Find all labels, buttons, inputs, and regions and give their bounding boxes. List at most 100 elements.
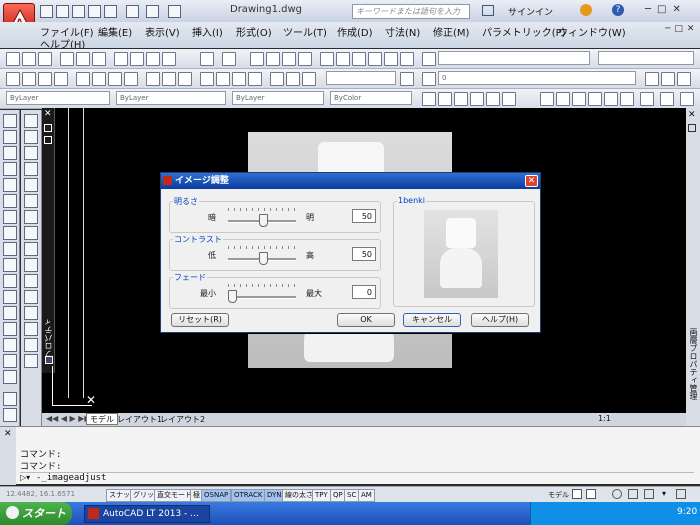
text-icon[interactable]	[3, 370, 17, 384]
dimupdate-icon[interactable]	[302, 72, 316, 86]
polyline-icon[interactable]	[24, 146, 38, 160]
brightness-slider[interactable]	[258, 214, 268, 227]
fillet-icon[interactable]	[3, 338, 17, 352]
dim-style-combo[interactable]	[598, 51, 694, 65]
annotation-scale[interactable]: 1:1	[598, 414, 611, 423]
menu-format[interactable]: 形式(O)	[236, 24, 272, 39]
otrack-toggle[interactable]: OTRACK	[231, 489, 266, 502]
contrast-slider[interactable]	[258, 252, 268, 265]
close-icon[interactable]: ✕	[688, 110, 696, 120]
hardware-accel-icon[interactable]	[644, 489, 654, 499]
quick-dim-icon[interactable]	[146, 72, 160, 86]
ray-icon[interactable]	[486, 92, 500, 106]
properties-icon[interactable]	[320, 52, 334, 66]
array-icon[interactable]	[604, 92, 618, 106]
redo-icon[interactable]	[222, 52, 236, 66]
layer-properties-icon[interactable]	[422, 72, 436, 86]
polygon-icon[interactable]	[24, 162, 38, 176]
window-controls[interactable]: ─□✕	[645, 4, 695, 18]
model-space-label[interactable]: モデル	[548, 490, 569, 500]
ortho-toggle[interactable]: 直交モード	[154, 489, 195, 502]
break-icon[interactable]	[3, 290, 17, 304]
properties-palette-strip[interactable]: ✕ プロパティ	[42, 108, 55, 373]
overflow-icon[interactable]	[680, 92, 694, 106]
print-icon[interactable]	[126, 5, 139, 18]
diameter-icon[interactable]	[108, 72, 122, 86]
trim-icon[interactable]	[3, 258, 17, 272]
help-icon[interactable]: ?	[612, 4, 624, 16]
zoom-window-icon[interactable]	[282, 52, 296, 66]
rectangle-icon[interactable]	[24, 178, 38, 192]
dimedit-icon[interactable]	[270, 72, 284, 86]
autohide-icon[interactable]	[688, 124, 696, 132]
linetype-combo[interactable]: ByLayer	[116, 91, 226, 105]
new-icon[interactable]	[40, 5, 53, 18]
taskbar-autocad-item[interactable]: AutoCAD LT 2013 - ...	[84, 505, 210, 523]
extend-icon[interactable]	[3, 274, 17, 288]
undo-icon[interactable]	[200, 52, 214, 66]
layer-previous-icon[interactable]	[661, 72, 675, 86]
open-icon[interactable]	[22, 52, 36, 66]
percent-icon[interactable]	[640, 92, 654, 106]
chamfer-icon[interactable]	[3, 322, 17, 336]
layer-combo[interactable]: 0	[438, 71, 636, 85]
polyline-icon[interactable]	[422, 92, 436, 106]
workspace-icon[interactable]	[612, 489, 622, 499]
inspection-icon[interactable]	[232, 72, 246, 86]
move-icon[interactable]	[3, 194, 17, 208]
copy-icon[interactable]	[130, 52, 144, 66]
osnap-toggle[interactable]: OSNAP	[201, 489, 232, 502]
fade-input[interactable]: 0	[352, 285, 376, 299]
palette-menu-icon[interactable]	[45, 356, 53, 364]
web-icon[interactable]	[104, 5, 117, 18]
donut-icon[interactable]	[572, 92, 586, 106]
make-current-icon[interactable]	[645, 72, 659, 86]
fade-slider[interactable]	[228, 290, 237, 303]
preview-icon[interactable]	[76, 52, 90, 66]
color-combo[interactable]: ByLayer	[6, 91, 110, 105]
autohide-icon[interactable]	[44, 124, 52, 132]
am-toggle[interactable]: AM	[358, 489, 375, 502]
stretch-icon[interactable]	[3, 242, 17, 256]
angular-icon[interactable]	[124, 72, 138, 86]
menu-view[interactable]: 表示(V)	[145, 24, 180, 39]
save-icon[interactable]	[38, 52, 52, 66]
contrast-input[interactable]: 50	[352, 247, 376, 261]
line-icon[interactable]	[24, 114, 38, 128]
tpy-toggle[interactable]: TPY	[312, 489, 331, 502]
dialog-close-button[interactable]: ✕	[525, 175, 538, 187]
region-icon[interactable]	[556, 92, 570, 106]
block-icon[interactable]	[24, 274, 38, 288]
circle-icon[interactable]	[540, 92, 554, 106]
zoom-icon[interactable]	[266, 52, 280, 66]
ellipse-icon[interactable]	[24, 258, 38, 272]
plotstyle-combo[interactable]: ByColor	[330, 91, 412, 105]
tab-layout1[interactable]: レイアウト1	[117, 414, 162, 425]
command-window-grip[interactable]: ✕	[0, 427, 16, 485]
xline-icon[interactable]	[24, 130, 38, 144]
menu-modify[interactable]: 修正(M)	[433, 24, 469, 39]
publish-icon[interactable]	[92, 52, 106, 66]
textstyle-icon[interactable]	[422, 52, 436, 66]
status-menu-icon[interactable]: ▾	[662, 489, 666, 498]
quick-view-layouts-icon[interactable]	[572, 489, 582, 499]
xline-icon[interactable]	[470, 92, 484, 106]
center-mark-icon[interactable]	[216, 72, 230, 86]
point-icon[interactable]	[24, 290, 38, 304]
menu-draw[interactable]: 作成(D)	[337, 24, 373, 39]
continue-icon[interactable]	[178, 72, 192, 86]
command-input-row[interactable]: ▷▾ -_imageadjust	[20, 472, 694, 484]
command-window[interactable]: ✕ コマンド: コマンド: ▷▾ -_imageadjust	[0, 426, 700, 485]
lineweight-combo[interactable]: ByLayer	[232, 91, 324, 105]
tolerance-icon[interactable]	[200, 72, 214, 86]
help-icon[interactable]	[400, 52, 414, 66]
layer-state-icon[interactable]	[677, 72, 691, 86]
exchange-icon[interactable]	[580, 4, 592, 16]
erase-icon[interactable]	[3, 114, 17, 128]
menu-edit[interactable]: 編集(E)	[98, 24, 132, 39]
matchprop-icon[interactable]	[162, 52, 176, 66]
quick-view-drawings-icon[interactable]	[586, 489, 596, 499]
close-icon[interactable]: ✕	[44, 110, 53, 119]
text-icon[interactable]	[660, 92, 674, 106]
table-icon[interactable]	[3, 408, 17, 422]
